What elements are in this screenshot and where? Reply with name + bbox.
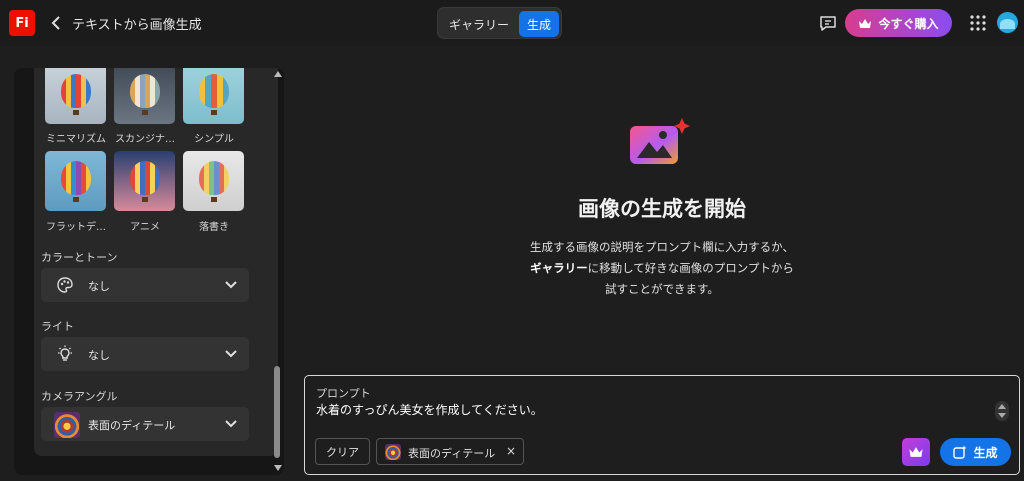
surface-detail-thumb	[385, 444, 401, 460]
desc-line: 生成する画像の説明をプロンプト欄に入力するか、	[530, 240, 794, 254]
prompt-label: プロンプト	[316, 387, 371, 400]
style-thumb-scandinavian[interactable]	[114, 68, 175, 124]
desc-line: 試すことができます。	[605, 282, 719, 296]
feedback-icon[interactable]	[819, 14, 837, 32]
chip-close-icon[interactable]: ×	[506, 444, 516, 458]
buy-now-label: 今すぐ購入	[878, 16, 939, 31]
gallery-link-text[interactable]: ギャラリー	[530, 261, 588, 275]
color-tone-label: カラーとトーン	[41, 251, 118, 264]
light-dropdown[interactable]: なし	[41, 337, 249, 371]
camera-angle-value: 表面のディテール	[88, 419, 176, 432]
balloon-image	[61, 161, 91, 195]
scroll-thumb[interactable]	[274, 366, 280, 458]
back-button[interactable]	[48, 13, 64, 33]
chevron-down-icon	[225, 350, 237, 358]
camera-angle-label: カメラアングル	[41, 390, 118, 403]
page-title: テキストから画像生成	[72, 18, 202, 33]
prompt-input[interactable]: 水着のすっぴん美女を作成してください。	[316, 401, 543, 418]
tab-generate[interactable]: 生成	[519, 11, 559, 37]
style-thumb-doodle[interactable]	[183, 151, 244, 211]
camera-angle-chip: 表面のディテール ×	[376, 438, 524, 465]
style-label: シンプル	[194, 134, 234, 145]
basket-shape	[142, 110, 148, 115]
prompt-resize-stepper[interactable]	[995, 401, 1009, 421]
empty-state-title: 画像の生成を開始	[578, 197, 746, 221]
crown-icon	[859, 18, 872, 28]
chevron-down-icon	[225, 420, 237, 428]
style-label: ミニマリズム	[46, 134, 106, 145]
palette-icon	[57, 277, 73, 293]
scroll-up-arrow-icon[interactable]	[274, 71, 282, 77]
settings-panel: ミニマリズム スカンジナ… シンプル フラットデ… アニメ 落書き カラーとトー…	[34, 68, 278, 456]
balloon-image	[199, 161, 229, 195]
premium-button[interactable]	[902, 438, 930, 466]
generate-sparkle-icon	[953, 445, 967, 459]
light-label: ライト	[41, 320, 74, 333]
balloon-image	[130, 161, 160, 195]
prompt-panel: プロンプト 水着のすっぴん美女を作成してください。 クリア 表面のディテール ×…	[304, 375, 1020, 475]
style-label: フラットデ…	[46, 222, 106, 233]
lightbulb-icon	[58, 345, 72, 361]
light-value: なし	[88, 349, 110, 362]
basket-shape	[73, 197, 79, 202]
style-thumb-minimalism[interactable]	[45, 68, 106, 124]
basket-shape	[211, 197, 217, 202]
generate-label: 生成	[973, 445, 998, 460]
basket-shape	[142, 197, 148, 202]
basket-shape	[211, 110, 217, 115]
settings-panel-frame: ミニマリズム スカンジナ… シンプル フラットデ… アニメ 落書き カラーとトー…	[14, 68, 284, 475]
firefly-logo[interactable]: Fi	[9, 10, 35, 36]
generate-image-icon	[630, 118, 690, 164]
scroll-down-arrow-icon[interactable]	[274, 465, 282, 471]
chevron-down-icon	[225, 281, 237, 289]
basket-shape	[73, 110, 79, 115]
style-label: 落書き	[199, 222, 229, 233]
empty-state-description: 生成する画像の説明をプロンプト欄に入力するか、 ギャラリーに移動して好きな画像の…	[460, 237, 864, 300]
surface-detail-thumb	[54, 412, 80, 438]
generate-button[interactable]: 生成	[940, 438, 1011, 466]
desc-line-rest: に移動して好きな画像のプロンプトから	[587, 261, 794, 275]
balloon-image	[130, 74, 160, 108]
buy-now-button[interactable]: 今すぐ購入	[845, 9, 952, 37]
chevron-left-icon	[51, 16, 60, 30]
color-tone-value: なし	[88, 280, 110, 293]
style-label: アニメ	[130, 222, 160, 233]
color-tone-dropdown[interactable]: なし	[41, 268, 249, 302]
clear-button[interactable]: クリア	[315, 438, 370, 465]
style-thumb-simple[interactable]	[183, 68, 244, 124]
panel-scrollbar[interactable]	[271, 68, 283, 475]
style-thumb-flat-design[interactable]	[45, 151, 106, 211]
balloon-image	[61, 74, 91, 108]
app-header: Fi テキストから画像生成 ギャラリー 生成 今すぐ購入	[0, 0, 1024, 46]
crown-icon	[909, 447, 923, 457]
mode-toggle: ギャラリー 生成	[437, 7, 562, 39]
style-thumb-anime[interactable]	[114, 151, 175, 211]
style-label: スカンジナ…	[115, 134, 175, 145]
chip-label: 表面のディテール	[408, 447, 496, 460]
apps-grid-icon[interactable]	[970, 15, 986, 31]
tab-gallery[interactable]: ギャラリー	[442, 11, 516, 37]
desc-line: ギャラリーに移動して好きな画像のプロンプトから	[460, 258, 864, 279]
user-avatar[interactable]	[997, 12, 1018, 33]
camera-angle-dropdown[interactable]: 表面のディテール	[41, 407, 249, 441]
balloon-image	[199, 74, 229, 108]
